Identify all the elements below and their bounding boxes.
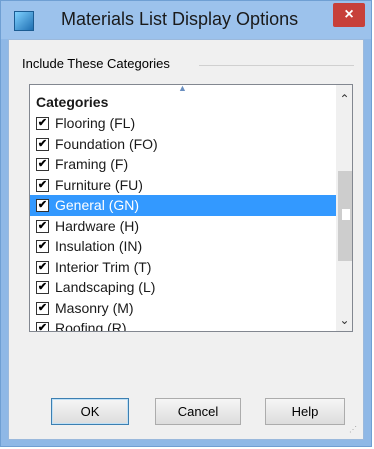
list-item-label: Masonry (M) bbox=[55, 299, 134, 316]
sort-ascending-icon: ▲ bbox=[178, 84, 187, 93]
ok-button[interactable]: OK bbox=[51, 398, 129, 425]
checkbox-icon[interactable]: ✔ bbox=[36, 178, 49, 192]
checkbox-icon[interactable]: ✔ bbox=[36, 240, 49, 253]
checkbox-icon[interactable]: ✔ bbox=[36, 281, 49, 294]
list-rows: ✔ Flooring (FL) ✔ Foundation (FO) ✔ Framing (… bbox=[30, 113, 336, 332]
categories-list[interactable]: Categories ▲ ✔ Flooring (FL) ✔ Foundation (… bbox=[29, 84, 353, 332]
list-item[interactable]: ✔ Masonry (M) bbox=[30, 298, 336, 319]
app-icon bbox=[14, 11, 34, 31]
list-item-label: Furniture (FU) bbox=[55, 176, 143, 193]
dialog-body: Include These Categories Categories ▲ ✔ F… bbox=[8, 39, 364, 440]
column-header-label: Categories bbox=[36, 94, 109, 110]
cancel-button[interactable]: Cancel bbox=[155, 398, 241, 425]
list-item[interactable]: ✔ General (GN) bbox=[30, 195, 336, 216]
vertical-scrollbar[interactable]: ⌃ ⌄ bbox=[336, 85, 352, 331]
group-label: Include These Categories bbox=[22, 56, 170, 71]
checkbox-icon[interactable]: ✔ bbox=[36, 301, 49, 315]
list-item-label: Foundation (FO) bbox=[55, 135, 158, 152]
checkbox-icon[interactable]: ✔ bbox=[36, 219, 49, 233]
list-item-label: Flooring (FL) bbox=[55, 115, 136, 131]
list-item[interactable]: ✔ Furniture (FU) bbox=[30, 175, 336, 196]
list-item[interactable]: ✔ Roofing (R) bbox=[30, 318, 336, 332]
list-item-label: General (GN) bbox=[55, 197, 140, 213]
list-item-label: Roofing (R) bbox=[55, 320, 127, 332]
close-button[interactable]: × bbox=[333, 3, 365, 27]
checkbox-icon[interactable]: ✔ bbox=[36, 260, 49, 274]
column-header[interactable]: Categories ▲ bbox=[30, 85, 336, 113]
checkbox-icon[interactable]: ✔ bbox=[36, 199, 49, 212]
scroll-down-icon[interactable]: ⌄ bbox=[336, 309, 352, 331]
checkbox-icon[interactable]: ✔ bbox=[36, 117, 49, 130]
dialog-window: Materials List Display Options × Include… bbox=[0, 0, 372, 447]
list-item[interactable]: ✔ Hardware (H) bbox=[30, 216, 336, 237]
title-bar[interactable]: Materials List Display Options × bbox=[1, 1, 371, 39]
list-item-label: Framing (F) bbox=[55, 156, 129, 172]
help-button[interactable]: Help bbox=[265, 398, 345, 425]
window-title: Materials List Display Options bbox=[61, 9, 299, 29]
list-item-label: Landscaping (L) bbox=[55, 279, 156, 295]
scroll-thumb-grip bbox=[342, 209, 350, 220]
list-item[interactable]: ✔ Flooring (FL) bbox=[30, 113, 336, 134]
checkbox-icon[interactable]: ✔ bbox=[36, 137, 49, 151]
list-item[interactable]: ✔ Landscaping (L) bbox=[30, 277, 336, 298]
list-item-label: Hardware (H) bbox=[55, 217, 140, 234]
list-item[interactable]: ✔ Insulation (IN) bbox=[30, 236, 336, 257]
scroll-up-icon[interactable]: ⌃ bbox=[336, 85, 352, 113]
group-divider bbox=[199, 65, 354, 66]
checkbox-icon[interactable]: ✔ bbox=[36, 158, 49, 171]
list-item-label: Insulation (IN) bbox=[55, 238, 143, 254]
list-item-label: Interior Trim (T) bbox=[55, 258, 152, 275]
checkbox-icon[interactable]: ✔ bbox=[36, 322, 49, 331]
list-item[interactable]: ✔ Framing (F) bbox=[30, 154, 336, 175]
list-item[interactable]: ✔ Foundation (FO) bbox=[30, 134, 336, 155]
resize-grip-icon[interactable]: ⋰ bbox=[349, 425, 359, 435]
scroll-thumb[interactable] bbox=[338, 171, 352, 261]
list-item[interactable]: ✔ Interior Trim (T) bbox=[30, 257, 336, 278]
